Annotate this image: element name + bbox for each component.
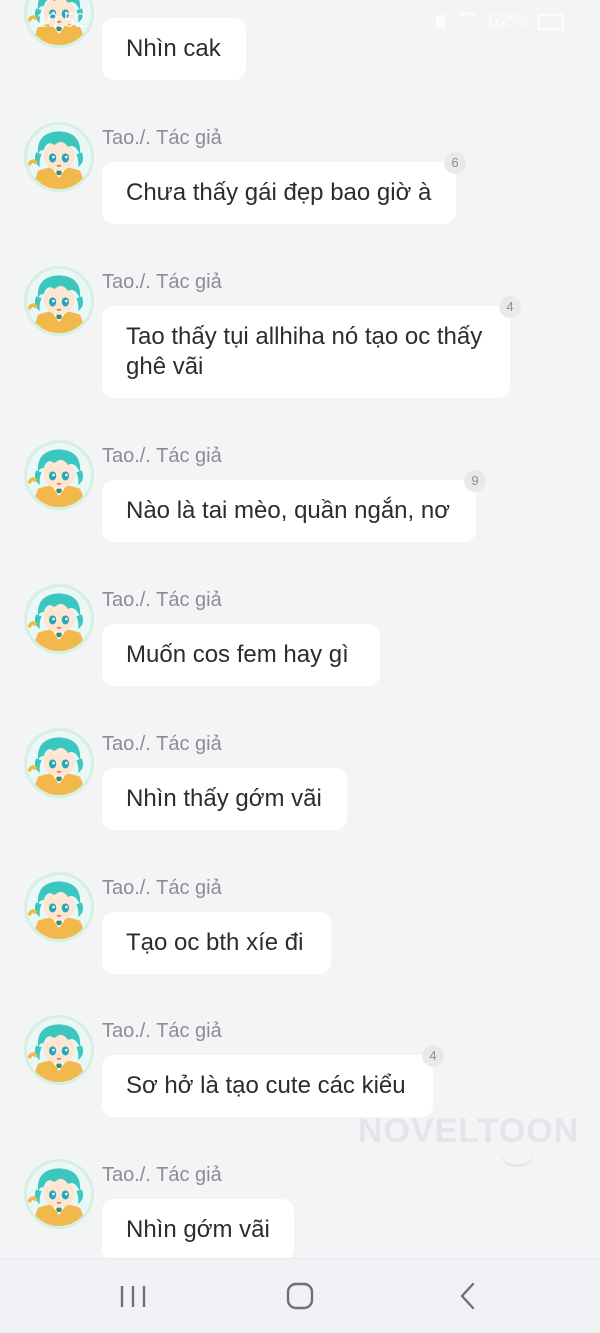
battery-saver-icon (435, 14, 446, 29)
avatar-icon (27, 269, 91, 333)
avatar[interactable] (24, 1159, 94, 1229)
avatar[interactable] (24, 440, 94, 510)
status-icons: 62% (435, 10, 564, 33)
reaction-count-badge[interactable]: 9 (464, 470, 486, 492)
avatar[interactable] (24, 728, 94, 798)
avatar-icon (27, 1162, 91, 1226)
noveltoon-watermark: NOVELTOON (358, 1112, 580, 1150)
message-text: Nào là tai mèo, quần ngắn, nơ (126, 497, 450, 524)
message-bubble[interactable]: Sơ hở là tạo cute các kiểu (102, 1055, 433, 1117)
chat-screen: 10:52 62% Nhìn cak Tao./. Tác giả Chưa t… (0, 0, 600, 1333)
avatar-icon (27, 731, 91, 795)
avatar[interactable] (24, 122, 94, 192)
reaction-count-badge[interactable]: 4 (499, 296, 521, 318)
reaction-count-badge[interactable]: 4 (422, 1045, 444, 1067)
message-bubble[interactable]: Nhìn thấy gớm vãi (102, 768, 347, 830)
message-bubble[interactable]: Nhìn gớm vãi (102, 1199, 294, 1261)
sender-name: Tao./. Tác giả (102, 127, 222, 149)
battery-icon (538, 13, 564, 30)
reaction-count-badge[interactable]: 6 (444, 152, 466, 174)
avatar-icon (27, 1018, 91, 1082)
system-navigation-bar (0, 1258, 600, 1333)
watermark-smile-icon (500, 1152, 534, 1167)
avatar-icon (27, 587, 91, 651)
message-text: Muốn cos fem hay gì (126, 641, 349, 668)
sender-name: Tao./. Tác giả (102, 445, 222, 467)
message-bubble[interactable]: Tao thấy tụi allhiha nó tạo oc thấy ghê … (102, 306, 510, 398)
message-bubble[interactable]: Tạo oc bth xíe đi (102, 912, 331, 974)
message-text: Chưa thấy gái đẹp bao giờ à (126, 179, 432, 206)
sender-name: Tao./. Tác giả (102, 877, 222, 899)
wifi-icon (455, 12, 478, 31)
sender-name: Tao./. Tác giả (102, 589, 222, 611)
status-time: 10:52 (36, 10, 87, 32)
message-text: Tao thấy tụi allhiha nó tạo oc thấy ghê … (126, 323, 483, 380)
message-text: Nhìn gớm vãi (126, 1216, 270, 1243)
sender-name: Tao./. Tác giả (102, 1020, 222, 1042)
avatar[interactable] (24, 266, 94, 336)
sender-name: Tao./. Tác giả (102, 1164, 222, 1186)
message-text: Nhìn thấy gớm vãi (126, 785, 322, 812)
recent-apps-button[interactable] (113, 1281, 153, 1311)
home-button[interactable] (280, 1281, 320, 1311)
avatar-icon (27, 125, 91, 189)
avatar[interactable] (24, 584, 94, 654)
message-bubble[interactable]: Muốn cos fem hay gì (102, 624, 380, 686)
home-icon (286, 1282, 314, 1310)
sender-name: Tao./. Tác giả (102, 271, 222, 293)
avatar-icon (27, 443, 91, 507)
message-text: Tạo oc bth xíe đi (126, 929, 304, 956)
status-bar: 10:52 62% (0, 0, 600, 44)
avatar-icon (27, 875, 91, 939)
avatar[interactable] (24, 872, 94, 942)
back-button[interactable] (448, 1281, 488, 1311)
battery-level: 62% (487, 10, 528, 32)
message-text: Sơ hở là tạo cute các kiểu (126, 1072, 406, 1099)
avatar[interactable] (24, 1015, 94, 1085)
back-icon (460, 1282, 475, 1310)
message-bubble[interactable]: Chưa thấy gái đẹp bao giờ à (102, 162, 456, 224)
recent-apps-icon (120, 1286, 146, 1307)
sender-name: Tao./. Tác giả (102, 733, 222, 755)
message-bubble[interactable]: Nào là tai mèo, quần ngắn, nơ (102, 480, 476, 542)
